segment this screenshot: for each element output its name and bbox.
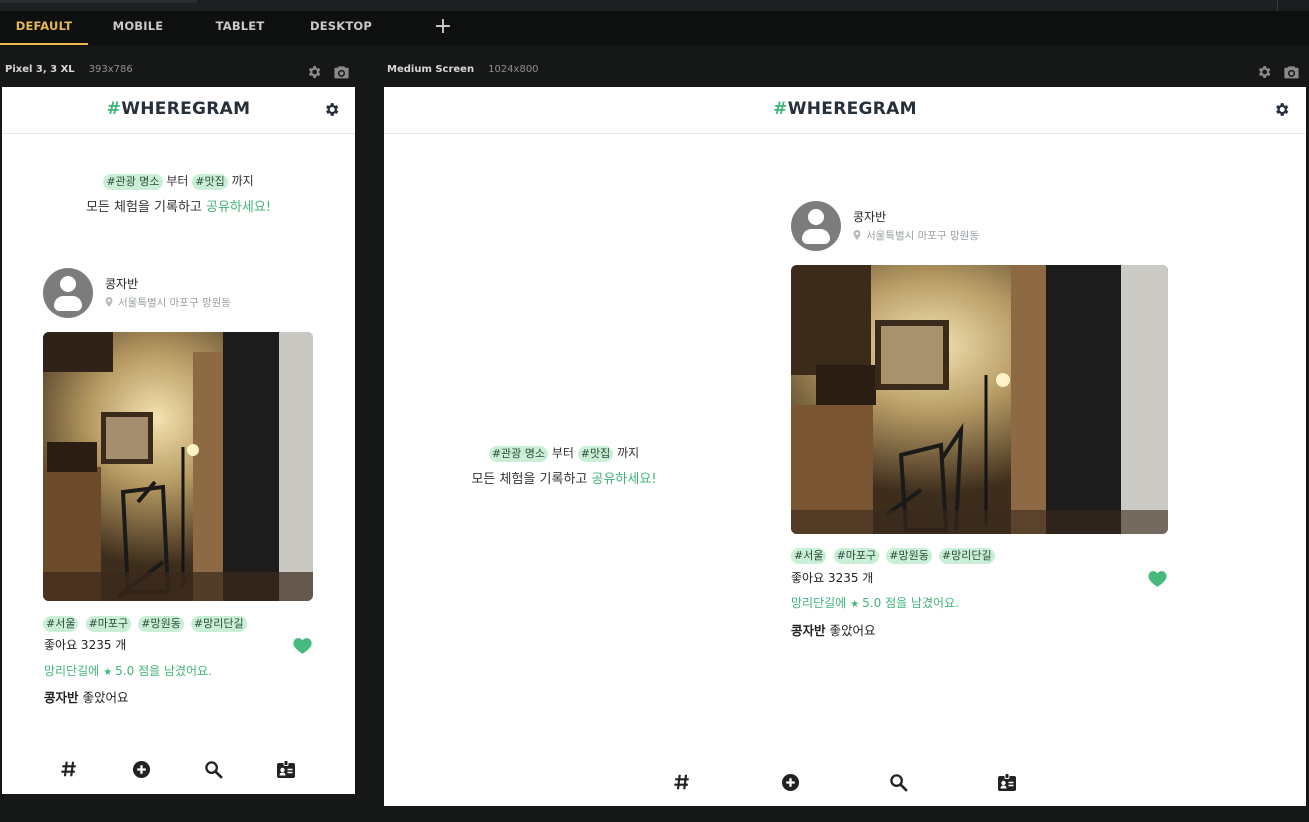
author-name[interactable]: 콩자반 — [853, 208, 886, 225]
author-location-text: 서울특별시 마포구 망원동 — [118, 297, 231, 309]
liked-line: 콩자반 좋았어요 — [44, 687, 129, 706]
window-corner-button[interactable] — [1277, 0, 1309, 11]
author-location-text: 서울특별시 마포구 망원동 — [866, 230, 979, 242]
desktop-device-name: Medium Screen — [387, 64, 475, 75]
liked-author[interactable]: 콩자반 — [791, 623, 826, 638]
gear-icon[interactable] — [1273, 101, 1291, 119]
likes-count: 좋아요 3235 개 — [791, 571, 874, 585]
hashtag-icon[interactable] — [60, 760, 80, 780]
search-icon[interactable] — [204, 760, 224, 780]
review-line: 망리단길에 ★ 5.0 점을 남겼어요. — [791, 594, 959, 611]
liked-suffix: 좋았어요 — [829, 623, 876, 638]
hashtag-icon[interactable] — [673, 773, 693, 793]
liked-line: 콩자반 좋았어요 — [791, 620, 876, 639]
preview-tab-bar: DEFAULT MOBILE TABLET DESKTOP + — [0, 11, 1309, 45]
hero-line2-c: 공유하세요! — [206, 200, 272, 215]
post-tags: #서울 #마포구 #망원동 #망리단길 — [791, 544, 997, 564]
post-photo[interactable] — [43, 332, 313, 601]
liked-author[interactable]: 콩자반 — [44, 690, 79, 705]
post-tag[interactable]: #망리단길 — [190, 616, 247, 632]
author-location: 서울특별시 마포구 망원동 — [853, 228, 979, 243]
liked-suffix: 좋았어요 — [82, 690, 129, 705]
post-tag[interactable]: #서울 — [791, 548, 827, 564]
mobile-device-dims: 393x786 — [88, 64, 133, 75]
mobile-device-name: Pixel 3, 3 XL — [5, 64, 75, 75]
heart-icon[interactable] — [1148, 570, 1167, 587]
bottom-nav — [2, 760, 355, 788]
logo-hash: # — [106, 99, 122, 119]
app-logo[interactable]: #WHEREGRAM — [384, 99, 1306, 119]
avatar[interactable] — [43, 268, 93, 318]
post-tag[interactable]: #서울 — [43, 616, 79, 632]
post-tag[interactable]: #마포구 — [85, 616, 132, 632]
hero-line2-a: 모든 — [471, 472, 496, 487]
post-tags: #서울 #마포구 #망원동 #망리단길 — [43, 612, 249, 632]
author-location: 서울특별시 마포구 망원동 — [105, 295, 231, 310]
mobile-device-header: Pixel 3, 3 XL 393x786 — [5, 64, 133, 80]
location-pin-icon — [105, 297, 113, 307]
post-author[interactable]: 콩자반 서울특별시 마포구 망원동 — [43, 268, 303, 318]
logo-hash: # — [773, 99, 788, 119]
bottom-nav — [384, 773, 1306, 801]
heart-icon[interactable] — [293, 637, 312, 654]
app-header: #WHEREGRAM — [384, 87, 1306, 134]
add-circle-icon[interactable] — [781, 773, 801, 793]
hero-text: #관광 명소 부터 #맛집 까지 모든 체험을 기록하고 공유하세요! — [434, 444, 694, 489]
profile-card-icon[interactable] — [997, 773, 1017, 793]
mobile-preview-frame: #WHEREGRAM #관광 명소 부터 #맛집 까지 모든 체험을 기록하고 … — [2, 87, 355, 794]
desktop-device-dims: 1024x800 — [488, 64, 539, 75]
post-tag[interactable]: #망원동 — [886, 548, 932, 564]
camera-icon[interactable] — [1283, 64, 1301, 80]
window-top-strip — [0, 0, 1309, 11]
hero-until: 까지 — [231, 174, 254, 188]
app-logo[interactable]: #WHEREGRAM — [2, 99, 355, 119]
review-place[interactable]: 망리단길에 — [44, 664, 99, 678]
hero-tag-food[interactable]: #맛집 — [192, 174, 228, 190]
star-icon: ★ — [103, 667, 113, 678]
post-tag[interactable]: #망리단길 — [938, 548, 995, 564]
review-score: 5.0 점을 남겼어요. — [115, 664, 212, 678]
logo-text: WHEREGRAM — [121, 99, 251, 119]
hero-line2-b: 체험을 기록하고 — [499, 472, 588, 487]
hero-tag-attractions[interactable]: #관광 명소 — [488, 446, 549, 462]
search-icon[interactable] — [889, 773, 909, 793]
window-tab-shade — [0, 0, 197, 3]
hero-line2-a: 모든 — [85, 200, 110, 215]
star-icon: ★ — [850, 599, 860, 610]
location-pin-icon — [853, 230, 861, 240]
hero-from: 부터 — [551, 446, 574, 460]
hero-line2-c: 공유하세요! — [591, 472, 657, 487]
tab-mobile[interactable]: MOBILE — [98, 11, 178, 45]
logo-text: WHEREGRAM — [787, 99, 917, 119]
review-score: 5.0 점을 남겼어요. — [862, 596, 959, 610]
gear-icon[interactable] — [306, 64, 324, 80]
tab-tablet[interactable]: TABLET — [200, 11, 280, 45]
post-photo[interactable] — [791, 265, 1168, 534]
tab-default[interactable]: DEFAULT — [0, 11, 88, 45]
tab-desktop[interactable]: DESKTOP — [300, 11, 382, 45]
hero-tag-attractions[interactable]: #관광 명소 — [103, 174, 163, 190]
camera-icon[interactable] — [333, 64, 351, 80]
desktop-preview-frame: #WHEREGRAM #관광 명소 부터 #맛집 까지 모든 체험을 기록하고 … — [384, 87, 1306, 806]
author-name[interactable]: 콩자반 — [105, 275, 138, 292]
hero-from: 부터 — [166, 174, 189, 188]
gear-icon[interactable] — [323, 101, 341, 119]
hero-text: #관광 명소 부터 #맛집 까지 모든 체험을 기록하고 공유하세요! — [2, 172, 355, 217]
app-header: #WHEREGRAM — [2, 87, 355, 134]
add-circle-icon[interactable] — [132, 760, 152, 780]
likes-count: 좋아요 3235 개 — [44, 638, 127, 652]
desktop-device-header: Medium Screen 1024x800 — [387, 64, 539, 80]
avatar[interactable] — [791, 201, 841, 251]
hero-line2-b: 체험을 기록하고 — [114, 200, 202, 215]
post-tag[interactable]: #망원동 — [138, 616, 184, 632]
hero-tag-food[interactable]: #맛집 — [577, 446, 614, 462]
hero-until: 까지 — [617, 446, 640, 460]
post-author[interactable]: 콩자반 서울특별시 마포구 망원동 — [791, 201, 1051, 251]
plus-icon[interactable]: + — [433, 16, 453, 38]
gear-icon[interactable] — [1256, 64, 1274, 80]
review-line: 망리단길에 ★ 5.0 점을 남겼어요. — [44, 662, 212, 679]
post-tag[interactable]: #마포구 — [833, 548, 880, 564]
profile-card-icon[interactable] — [276, 760, 296, 780]
review-place[interactable]: 망리단길에 — [791, 596, 846, 610]
